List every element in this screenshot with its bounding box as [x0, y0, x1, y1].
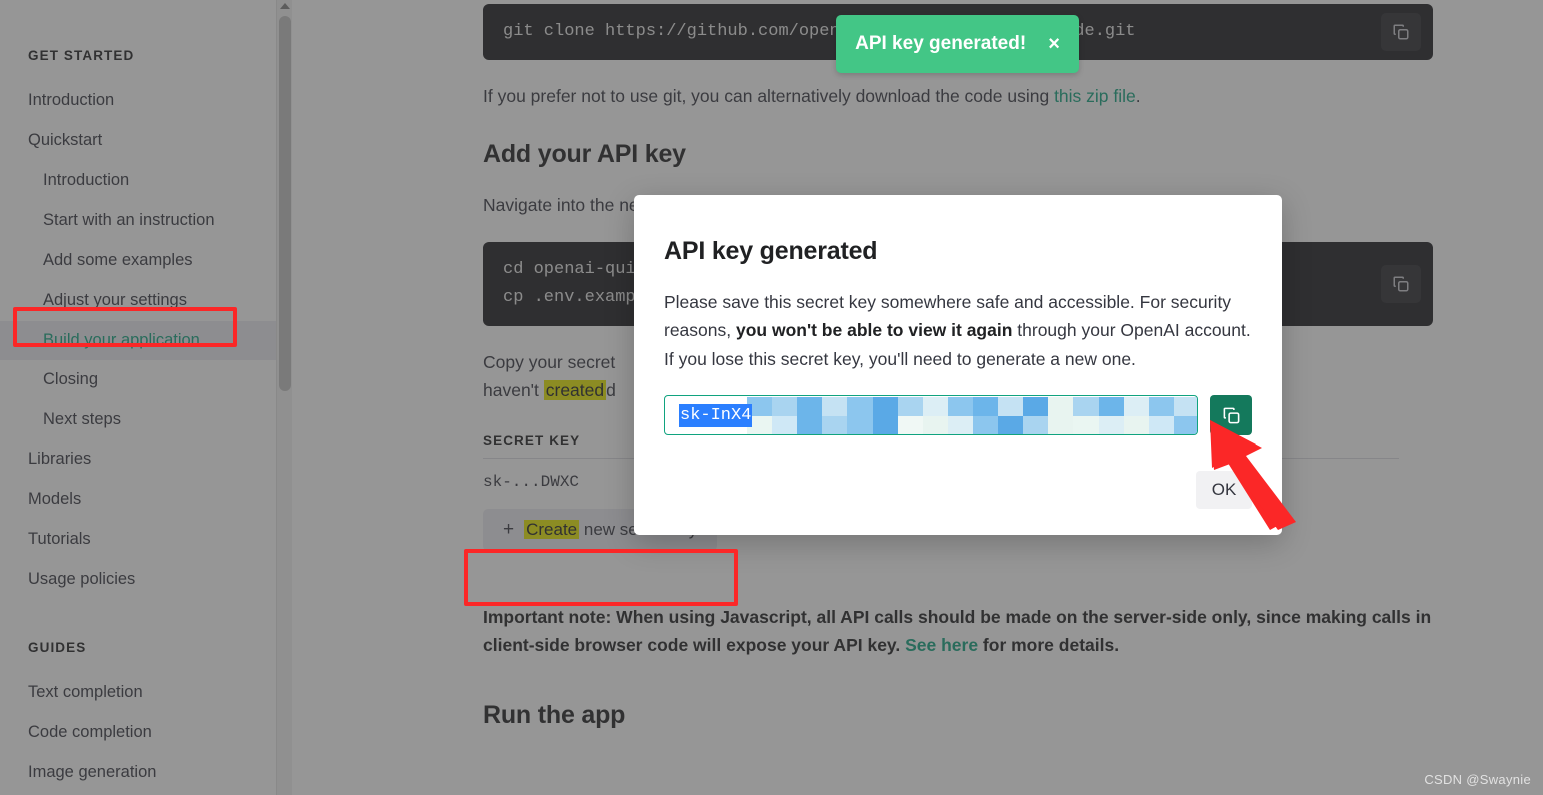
copy-icon[interactable] — [1381, 13, 1421, 52]
pixel-block — [1123, 415, 1149, 435]
pixel-block — [947, 415, 973, 435]
secret-key-masked-pixels — [747, 397, 1198, 435]
pixel-block — [998, 397, 1024, 416]
pixel-block — [822, 397, 848, 416]
sidebar-item-introduction[interactable]: Introduction — [0, 81, 292, 121]
pixel-block — [797, 415, 823, 435]
close-icon[interactable]: × — [1048, 34, 1060, 54]
pixel-block — [797, 397, 823, 416]
sidebar-scrollbar-thumb[interactable] — [279, 16, 291, 391]
pixel-block — [772, 415, 798, 435]
sidebar-item-adjust-your-settings[interactable]: Adjust your settings — [0, 281, 292, 321]
sidebar-navigation: GET STARTED Introduction Quickstart Intr… — [0, 0, 292, 795]
sidebar-item-libraries[interactable]: Libraries — [0, 440, 292, 480]
pixel-block — [822, 415, 848, 435]
sidebar-item-build-your-application[interactable]: Build your application — [0, 320, 292, 361]
modal-title: API key generated — [664, 237, 878, 265]
sidebar-item-text-completion[interactable]: Text completion — [0, 673, 292, 713]
pixel-block — [847, 397, 873, 416]
pixel-block — [772, 397, 798, 416]
modal-body: Please save this secret key somewhere sa… — [664, 288, 1252, 373]
sidebar-item-tutorials[interactable]: Tutorials — [0, 520, 292, 560]
sidebar-item-closing[interactable]: Closing — [0, 360, 292, 400]
secret-key-row: sk-InX4 — [664, 395, 1252, 436]
this-zip-file-link[interactable]: this zip file — [1054, 86, 1136, 106]
modal-body-bold: you won't be able to view it again — [735, 320, 1013, 341]
scroll-up-arrow-icon[interactable] — [280, 3, 290, 9]
pixel-block — [1098, 415, 1124, 435]
pixel-block — [1098, 397, 1124, 416]
heading-add-your-api-key: Add your API key — [483, 140, 686, 169]
toast-notification: API key generated! × — [836, 15, 1079, 73]
zip-text-after: . — [1135, 86, 1141, 107]
copy-secret-line2-a: haven't — [483, 380, 544, 401]
sidebar-item-add-some-examples[interactable]: Add some examples — [0, 241, 292, 281]
toast-message: API key generated! — [855, 33, 1027, 54]
sidebar-item-code-completion[interactable]: Code completion — [0, 713, 292, 753]
pixel-block — [922, 415, 948, 435]
sidebar-item-usage-policies[interactable]: Usage policies — [0, 560, 292, 600]
api-key-generated-modal: API key generated Please save this secre… — [634, 195, 1282, 535]
pixel-block — [1173, 397, 1198, 416]
copy-secret-key-button[interactable] — [1210, 395, 1252, 436]
pixel-block — [1048, 397, 1074, 416]
secret-key-input[interactable]: sk-InX4 — [664, 395, 1199, 436]
zip-text-before: If you prefer not to use git, you can al… — [483, 86, 1055, 107]
modal-ok-button[interactable]: OK — [1196, 471, 1252, 509]
sidebar-scrollbar[interactable] — [276, 0, 292, 795]
pixel-block — [847, 415, 873, 435]
pixel-block — [1173, 415, 1198, 435]
pixel-block — [897, 397, 923, 416]
pixel-block — [1073, 415, 1099, 435]
sidebar-item-next-steps[interactable]: Next steps — [0, 400, 292, 440]
pixel-block — [1123, 397, 1149, 416]
pixel-block — [1023, 415, 1049, 435]
pixel-block — [872, 415, 898, 435]
pixel-block — [872, 397, 898, 416]
highlight-create: Create — [524, 519, 580, 539]
pixel-block — [1023, 397, 1049, 416]
heading-run-the-app: Run the app — [483, 701, 626, 730]
important-note-text-b: for more details. — [978, 634, 1120, 655]
important-note-paragraph: Important note: When using Javascript, a… — [483, 603, 1433, 660]
sidebar-inner: GET STARTED Introduction Quickstart Intr… — [0, 0, 292, 795]
pixel-block — [972, 415, 999, 435]
sidebar-item-quickstart[interactable]: Quickstart — [0, 121, 292, 161]
secret-key-visible-text: sk-InX4 — [679, 403, 753, 427]
highlight-created: created — [543, 380, 607, 401]
sidebar-item-start-with-an-instruction[interactable]: Start with an instruction — [0, 201, 292, 241]
sidebar-item-models[interactable]: Models — [0, 480, 292, 520]
pixel-block — [922, 397, 948, 416]
watermark: CSDN @Swaynie — [1424, 772, 1531, 787]
copy-icon[interactable] — [1381, 264, 1421, 303]
pixel-block — [947, 397, 973, 416]
copy-secret-line1: Copy your secret — [483, 351, 616, 372]
sidebar-section-title-guides: GUIDES — [28, 639, 87, 655]
sidebar-item-image-generation[interactable]: Image generation — [0, 753, 292, 793]
pixel-block — [1148, 415, 1174, 435]
pixel-block — [998, 415, 1024, 435]
pixel-block — [1073, 397, 1099, 416]
pixel-block — [1048, 415, 1074, 435]
see-here-link[interactable]: See here — [905, 635, 978, 655]
page-root: GET STARTED Introduction Quickstart Intr… — [0, 0, 1543, 795]
pixel-block — [1148, 397, 1174, 416]
copy-secret-line2-b: d — [606, 380, 616, 401]
plus-icon: + — [503, 519, 515, 541]
pixel-block — [897, 415, 923, 435]
zip-file-paragraph: If you prefer not to use git, you can al… — [483, 82, 1433, 110]
pixel-block — [972, 397, 999, 416]
sidebar-item-quickstart-introduction[interactable]: Introduction — [0, 161, 292, 201]
sidebar-section-title-get-started: GET STARTED — [28, 48, 135, 63]
